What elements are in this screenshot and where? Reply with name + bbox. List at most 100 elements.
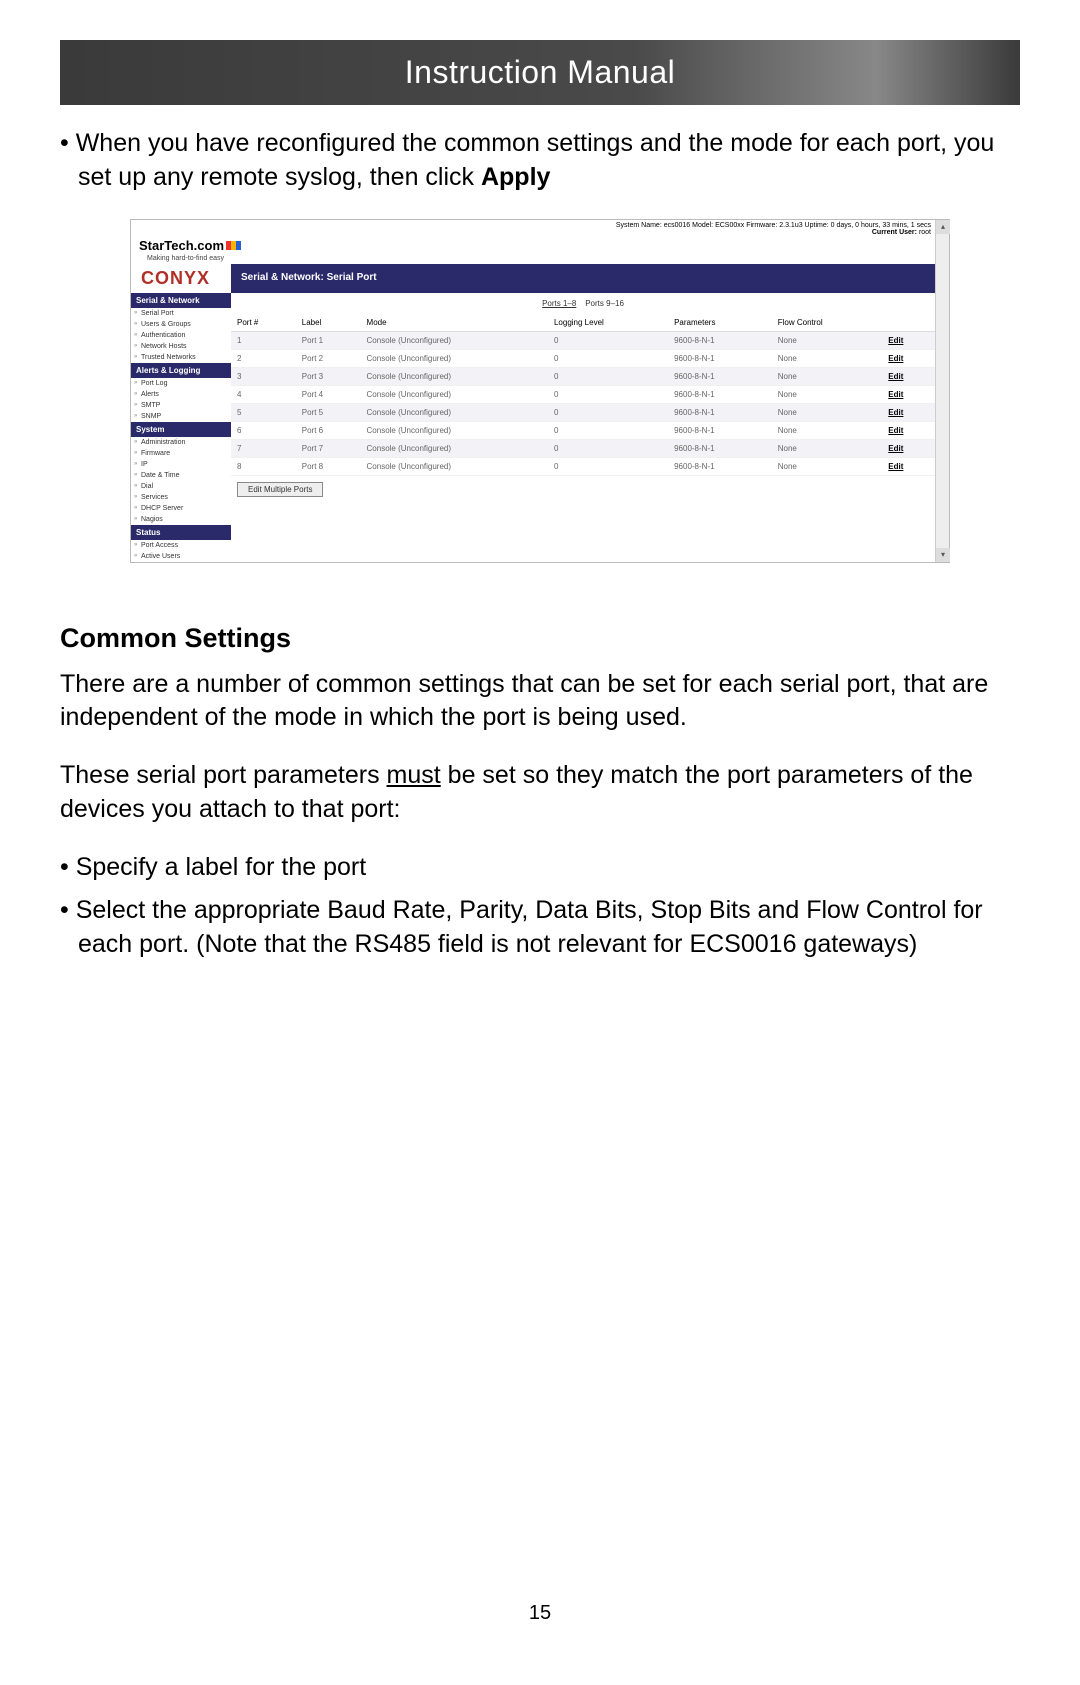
cell-params: 9600-8-N-1: [668, 331, 772, 349]
cell-port: 2: [231, 349, 296, 367]
cell-port: 1: [231, 331, 296, 349]
table-row: 8Port 8Console (Unconfigured)09600-8-N-1…: [231, 457, 935, 475]
sidebar-item-ip[interactable]: IP: [131, 459, 231, 470]
sidebar: Serial & Network Serial Port Users & Gro…: [131, 293, 231, 562]
brand-logo: StarTech.com: [139, 238, 241, 253]
cell-label: Port 8: [296, 457, 361, 475]
sidebar-item-smtp[interactable]: SMTP: [131, 400, 231, 411]
sidebar-item-users-groups[interactable]: Users & Groups: [131, 319, 231, 330]
cell-params: 9600-8-N-1: [668, 349, 772, 367]
page-header: Instruction Manual: [60, 40, 1020, 105]
cell-logging: 0: [548, 349, 668, 367]
p2-underline: must: [387, 761, 441, 789]
cell-port: 5: [231, 403, 296, 421]
cell-label: Port 4: [296, 385, 361, 403]
cell-label: Port 7: [296, 439, 361, 457]
sidebar-item-snmp[interactable]: SNMP: [131, 411, 231, 422]
section-heading: Common Settings: [60, 623, 1020, 654]
current-user: root: [919, 229, 931, 236]
col-mode: Mode: [361, 314, 548, 332]
section-p2: These serial port parameters must be set…: [60, 759, 1020, 827]
breadcrumb: Serial & Network: Serial Port: [231, 264, 949, 293]
cell-label: Port 2: [296, 349, 361, 367]
cell-port: 6: [231, 421, 296, 439]
sidebar-item-dial[interactable]: Dial: [131, 481, 231, 492]
intro-bullet: When you have reconfigured the common se…: [78, 127, 1020, 195]
edit-link[interactable]: Edit: [888, 462, 903, 471]
product-logo: CONYX: [131, 264, 231, 293]
cell-label: Port 1: [296, 331, 361, 349]
col-logging: Logging Level: [548, 314, 668, 332]
section-p1: There are a number of common settings th…: [60, 668, 1020, 736]
cell-flow: None: [772, 331, 883, 349]
port-pager: Ports 1–8 Ports 9–16: [231, 293, 935, 314]
scroll-up-icon[interactable]: ▴: [936, 220, 950, 234]
edit-multiple-ports-button[interactable]: Edit Multiple Ports: [237, 482, 323, 497]
ports-table: Port # Label Mode Logging Level Paramete…: [231, 314, 935, 476]
edit-link[interactable]: Edit: [888, 444, 903, 453]
scroll-down-icon[interactable]: ▾: [936, 548, 950, 562]
cell-logging: 0: [548, 385, 668, 403]
section-bullets: Specify a label for the port Select the …: [60, 851, 1020, 962]
cell-label: Port 6: [296, 421, 361, 439]
sidebar-item-port-log[interactable]: Port Log: [131, 378, 231, 389]
sidebar-item-firmware[interactable]: Firmware: [131, 448, 231, 459]
cell-mode: Console (Unconfigured): [361, 385, 548, 403]
edit-link[interactable]: Edit: [888, 354, 903, 363]
sidebar-item-trusted-networks[interactable]: Trusted Networks: [131, 352, 231, 363]
col-action: [882, 314, 935, 332]
cell-flow: None: [772, 403, 883, 421]
edit-link[interactable]: Edit: [888, 372, 903, 381]
sidebar-group-system: System: [131, 422, 231, 437]
sidebar-item-administration[interactable]: Administration: [131, 437, 231, 448]
cell-params: 9600-8-N-1: [668, 457, 772, 475]
cell-params: 9600-8-N-1: [668, 403, 772, 421]
scrollbar[interactable]: ▴ ▾: [935, 220, 949, 562]
sidebar-item-authentication[interactable]: Authentication: [131, 330, 231, 341]
cell-logging: 0: [548, 457, 668, 475]
sidebar-item-serial-port[interactable]: Serial Port: [131, 308, 231, 319]
cell-mode: Console (Unconfigured): [361, 403, 548, 421]
table-row: 1Port 1Console (Unconfigured)09600-8-N-1…: [231, 331, 935, 349]
sidebar-item-dhcp-server[interactable]: DHCP Server: [131, 503, 231, 514]
table-header-row: Port # Label Mode Logging Level Paramete…: [231, 314, 935, 332]
cell-flow: None: [772, 457, 883, 475]
cell-flow: None: [772, 349, 883, 367]
edit-link[interactable]: Edit: [888, 408, 903, 417]
brand-tagline: Making hard-to-find easy: [147, 255, 241, 262]
edit-link[interactable]: Edit: [888, 336, 903, 345]
pager-left[interactable]: Ports 1–8: [542, 299, 576, 308]
col-flow: Flow Control: [772, 314, 883, 332]
col-params: Parameters: [668, 314, 772, 332]
brand-name: StarTech.com: [139, 238, 224, 253]
cell-mode: Console (Unconfigured): [361, 367, 548, 385]
p2-prefix: These serial port parameters: [60, 761, 387, 789]
brand-flag-icon: [226, 241, 241, 250]
intro-list: When you have reconfigured the common se…: [60, 127, 1020, 195]
table-row: 2Port 2Console (Unconfigured)09600-8-N-1…: [231, 349, 935, 367]
cell-flow: None: [772, 367, 883, 385]
sidebar-item-port-access[interactable]: Port Access: [131, 540, 231, 551]
sidebar-item-services[interactable]: Services: [131, 492, 231, 503]
sidebar-item-active-users[interactable]: Active Users: [131, 551, 231, 562]
cell-mode: Console (Unconfigured): [361, 331, 548, 349]
cell-port: 7: [231, 439, 296, 457]
sidebar-item-date-time[interactable]: Date & Time: [131, 470, 231, 481]
cell-params: 9600-8-N-1: [668, 439, 772, 457]
sidebar-item-alerts[interactable]: Alerts: [131, 389, 231, 400]
pager-right[interactable]: Ports 9–16: [585, 299, 624, 308]
cell-mode: Console (Unconfigured): [361, 439, 548, 457]
bullet-2: Select the appropriate Baud Rate, Parity…: [78, 894, 1020, 962]
bullet-1: Specify a label for the port: [78, 851, 1020, 885]
edit-link[interactable]: Edit: [888, 390, 903, 399]
cell-params: 9600-8-N-1: [668, 367, 772, 385]
sidebar-item-network-hosts[interactable]: Network Hosts: [131, 341, 231, 352]
sidebar-item-nagios[interactable]: Nagios: [131, 514, 231, 525]
sidebar-group-status: Status: [131, 525, 231, 540]
cell-params: 9600-8-N-1: [668, 421, 772, 439]
cell-port: 8: [231, 457, 296, 475]
intro-bold: Apply: [481, 163, 550, 191]
sidebar-group-serial-network: Serial & Network: [131, 293, 231, 308]
cell-flow: None: [772, 421, 883, 439]
edit-link[interactable]: Edit: [888, 426, 903, 435]
